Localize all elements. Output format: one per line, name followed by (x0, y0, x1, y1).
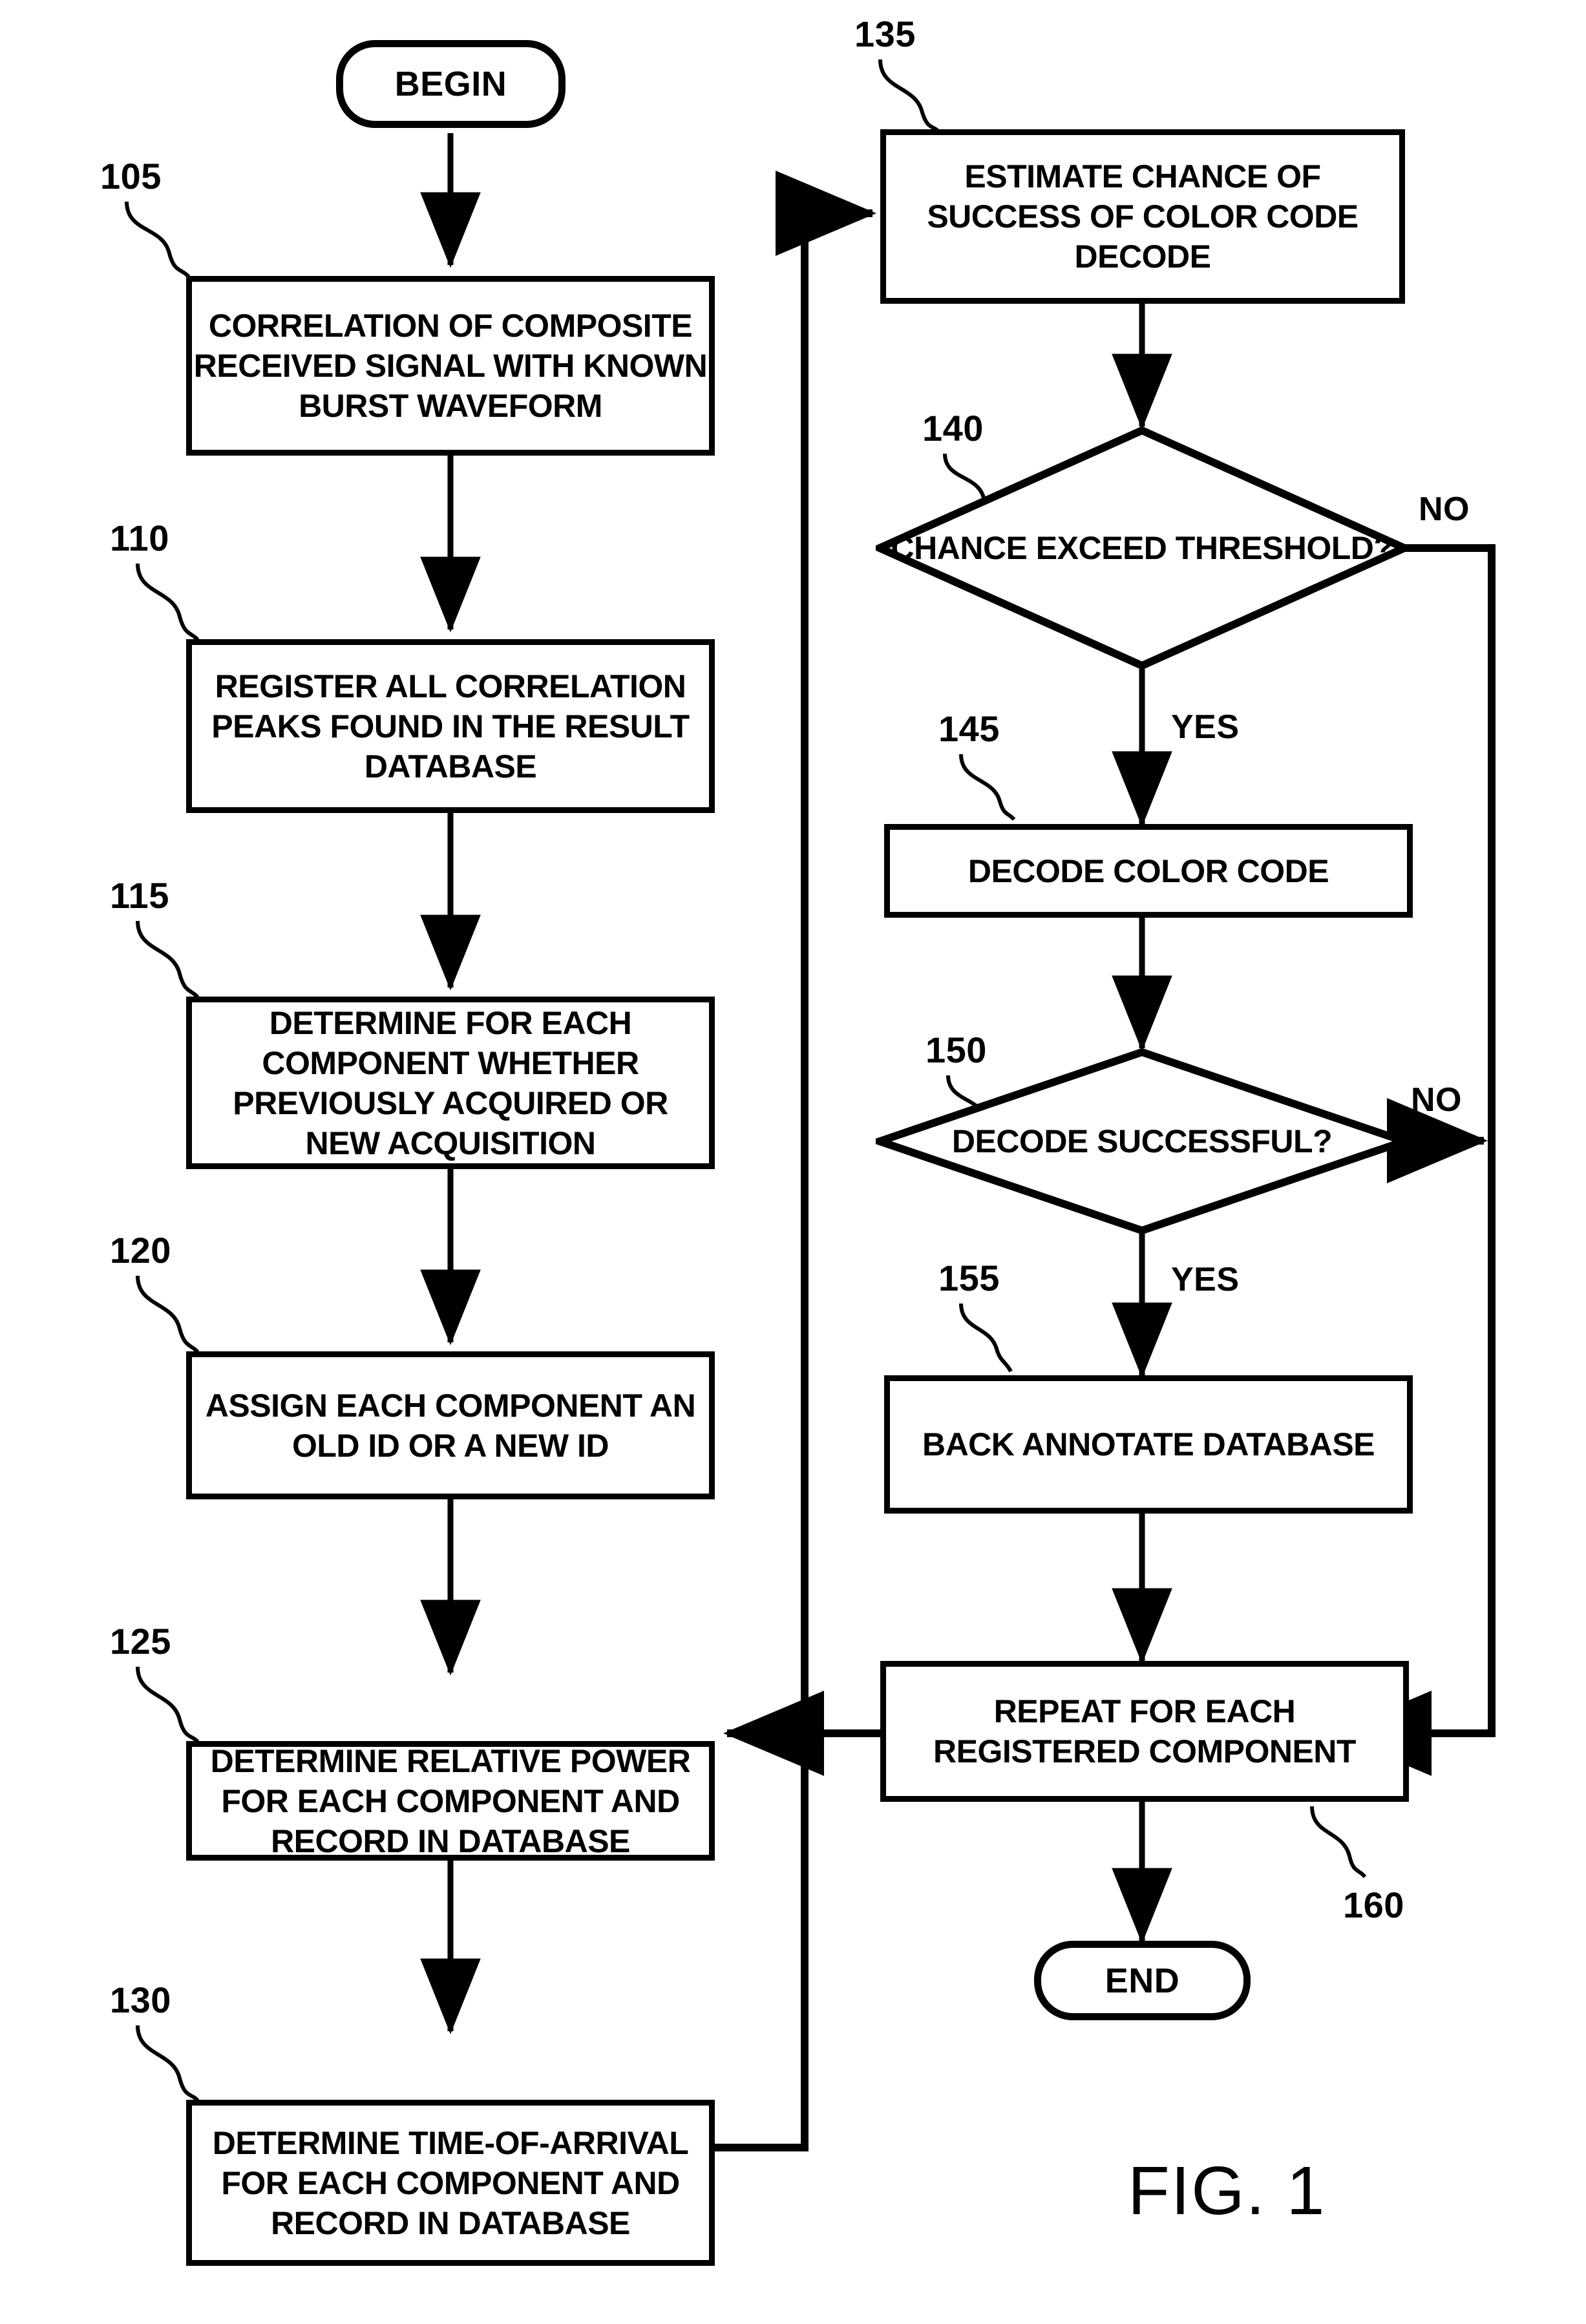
figure-caption: FIG. 1 (1128, 2153, 1326, 2229)
process-155: BACK ANNOTATE DATABASE (884, 1375, 1413, 1514)
process-105-label: CORRELATION OF COMPOSITE RECEIVED SIGNAL… (193, 308, 708, 424)
ref-number-125: 125 (110, 1621, 171, 1662)
process-155-label: BACK ANNOTATE DATABASE (922, 1426, 1375, 1463)
process-160-label: REPEAT FOR EACH REGISTERED COMPONENT (933, 1693, 1356, 1769)
process-125-label: DETERMINE RELATIVE POWER FOR EACH COMPON… (210, 1742, 691, 1859)
process-130: DETERMINE TIME-OF-ARRIVAL FOR EACH COMPO… (186, 2100, 715, 2266)
ref-number-130: 130 (110, 1980, 171, 2020)
ref-number-145: 145 (938, 708, 1000, 749)
edge-label-140-no: NO (1419, 491, 1470, 528)
process-110-label: REGISTER ALL CORRELATION PEAKS FOUND IN … (211, 668, 690, 785)
process-105: CORRELATION OF COMPOSITE RECEIVED SIGNAL… (186, 276, 715, 456)
edge-label-150-no: NO (1411, 1081, 1462, 1119)
ref-number-115: 115 (110, 875, 169, 916)
process-115: DETERMINE FOR EACH COMPONENT WHETHER PRE… (186, 997, 715, 1169)
figure-canvas: BEGIN 105 CORRELATION OF COMPOSITE RECEI… (0, 0, 1586, 2324)
terminal-end: END (1034, 1941, 1251, 2020)
process-115-label: DETERMINE FOR EACH COMPONENT WHETHER PRE… (233, 1004, 668, 1161)
process-120-label: ASSIGN EACH COMPONENT AN OLD ID OR A NEW… (205, 1387, 696, 1464)
ref-number-105: 105 (100, 156, 162, 196)
terminal-begin: BEGIN (336, 40, 566, 128)
decision-150: DECODE SUCCESSFUL? (876, 1048, 1408, 1234)
decision-140: CHANCE EXCEED THRESHOLD? (876, 427, 1408, 670)
process-160: REPEAT FOR EACH REGISTERED COMPONENT (880, 1661, 1409, 1802)
process-145-label: DECODE COLOR CODE (967, 852, 1329, 889)
process-125: DETERMINE RELATIVE POWER FOR EACH COMPON… (186, 1741, 715, 1861)
terminal-begin-label: BEGIN (394, 65, 507, 103)
ref-number-110: 110 (110, 518, 169, 558)
process-130-label: DETERMINE TIME-OF-ARRIVAL FOR EACH COMPO… (212, 2124, 689, 2241)
edge-label-140-yes: YES (1171, 708, 1240, 746)
process-135: ESTIMATE CHANCE OF SUCCESS OF COLOR CODE… (880, 129, 1405, 304)
edge-label-150-yes: YES (1171, 1261, 1240, 1298)
ref-number-120: 120 (110, 1230, 171, 1271)
ref-number-135: 135 (854, 14, 916, 54)
process-120: ASSIGN EACH COMPONENT AN OLD ID OR A NEW… (186, 1351, 715, 1499)
terminal-end-label: END (1105, 1961, 1180, 2000)
decision-140-label: CHANCE EXCEED THRESHOLD? (891, 530, 1393, 566)
process-135-label: ESTIMATE CHANCE OF SUCCESS OF COLOR CODE… (927, 158, 1359, 275)
ref-number-155: 155 (938, 1258, 1000, 1298)
decision-150-label: DECODE SUCCESSFUL? (951, 1123, 1333, 1159)
process-145: DECODE COLOR CODE (884, 824, 1413, 918)
ref-number-160: 160 (1343, 1885, 1404, 1925)
process-110: REGISTER ALL CORRELATION PEAKS FOUND IN … (186, 639, 715, 813)
